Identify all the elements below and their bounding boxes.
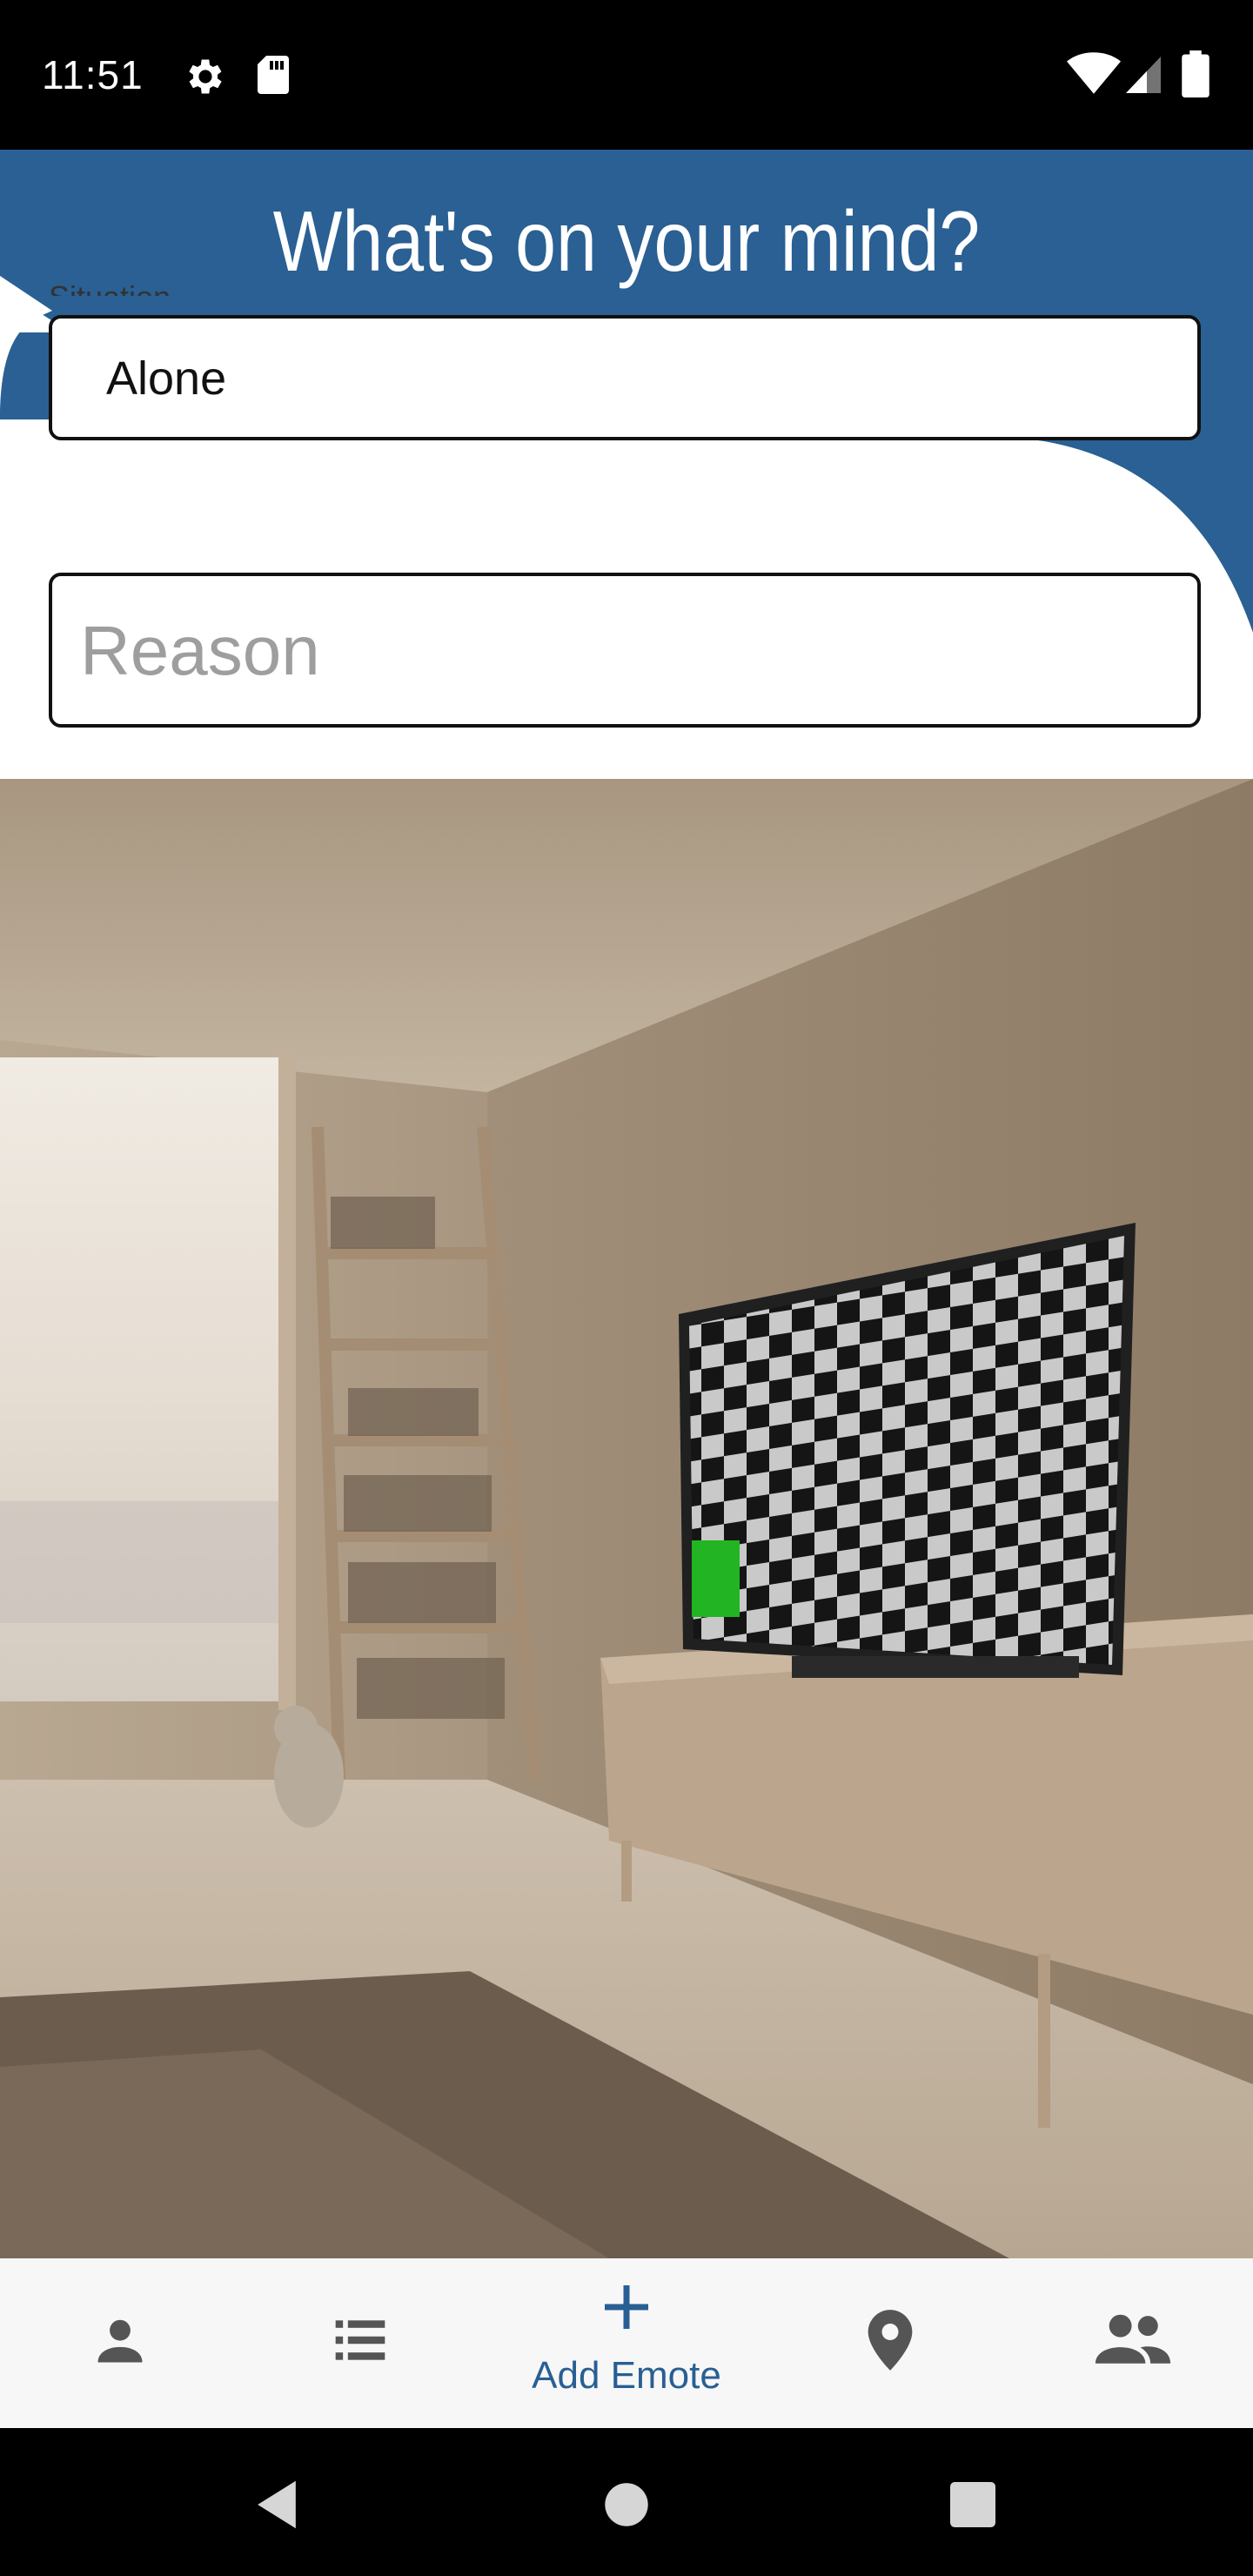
people-icon: [1095, 2314, 1171, 2364]
reason-input[interactable]: [78, 611, 1161, 691]
recents-icon[interactable]: [950, 2482, 995, 2527]
settings-icon: [189, 59, 222, 94]
page-title: What's on your mind?: [272, 193, 981, 289]
status-time: 11:51: [42, 52, 144, 97]
person-icon: [97, 2319, 143, 2363]
back-icon[interactable]: [252, 2479, 301, 2531]
nav-friends[interactable]: [1072, 2258, 1194, 2428]
reason-field[interactable]: [49, 573, 1201, 728]
wifi-icon: [1067, 52, 1121, 94]
plus-icon: [605, 2285, 648, 2329]
nav-add-emote-label: Add Emote: [532, 2354, 721, 2397]
home-icon[interactable]: [604, 2482, 649, 2527]
nav-profile[interactable]: [59, 2258, 181, 2428]
list-icon: [335, 2320, 385, 2360]
tv-overlay-green: [692, 1540, 740, 1617]
situation-label: Situation: [49, 272, 171, 296]
situation-value: Alone: [106, 352, 227, 405]
cellular-signal-icon: [1126, 57, 1161, 93]
situation-dropdown[interactable]: Alone: [49, 315, 1201, 440]
nav-map[interactable]: [831, 2258, 953, 2428]
room-photo: [0, 779, 1253, 2258]
battery-icon: [1182, 50, 1209, 97]
bottom-navigation: Add Emote: [0, 2258, 1253, 2428]
nav-list[interactable]: [298, 2258, 419, 2428]
status-bar: 11:51: [0, 0, 1253, 150]
system-navigation-bar: [0, 2428, 1253, 2576]
sd-card-icon: [258, 56, 289, 94]
nav-add-emote[interactable]: Add Emote: [487, 2258, 766, 2428]
map-pin-icon: [868, 2310, 913, 2371]
